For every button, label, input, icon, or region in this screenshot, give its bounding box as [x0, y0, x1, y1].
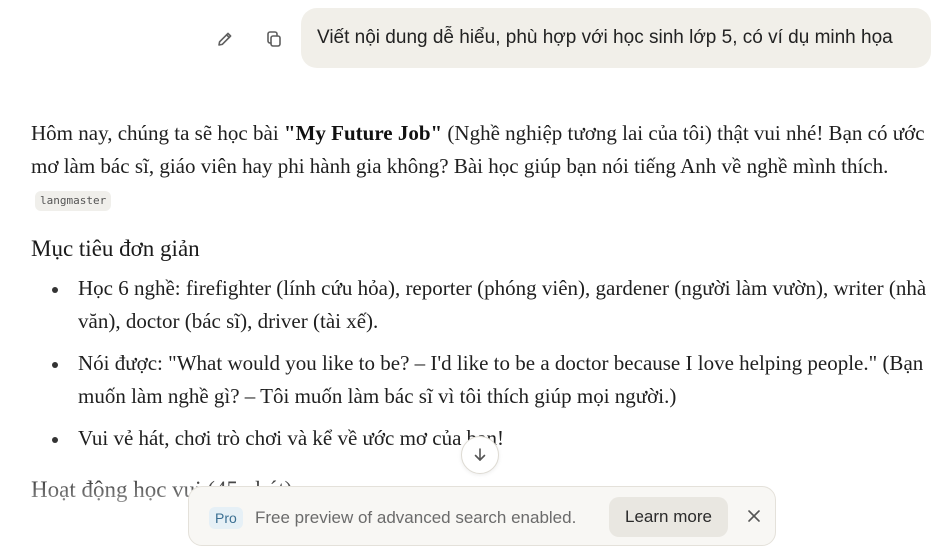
edit-message-button[interactable] — [212, 26, 238, 52]
section-heading-goals: Mục tiêu đơn giản — [31, 236, 200, 261]
scroll-to-bottom-button[interactable] — [461, 436, 499, 474]
goals-list: Học 6 nghề: firefighter (lính cứu hỏa), … — [31, 272, 931, 455]
list-item: Nói được: "What would you like to be? – … — [31, 347, 931, 413]
copy-message-button[interactable] — [261, 26, 287, 52]
citation-chip[interactable]: langmaster — [35, 191, 112, 211]
advanced-search-banner: Pro Free preview of advanced search enab… — [188, 486, 776, 546]
copy-icon — [267, 31, 281, 47]
intro-paragraph: Hôm nay, chúng ta sẽ học bài "My Future … — [31, 117, 931, 216]
arrow-down-icon — [474, 448, 486, 461]
lesson-title: "My Future Job" — [283, 121, 443, 145]
learn-more-button[interactable]: Learn more — [609, 497, 728, 537]
intro-text-start: Hôm nay, chúng ta sẽ học bài — [31, 121, 284, 145]
pro-badge: Pro — [209, 507, 243, 529]
list-item: Học 6 nghề: firefighter (lính cứu hỏa), … — [31, 272, 931, 338]
user-message-bubble: Viết nội dung dễ hiểu, phù hợp với học s… — [301, 8, 931, 68]
banner-text: Free preview of advanced search enabled. — [255, 508, 577, 527]
close-icon — [748, 510, 760, 522]
pencil-icon — [218, 32, 232, 46]
dismiss-banner-button[interactable] — [745, 507, 763, 525]
user-message-text: Viết nội dung dễ hiểu, phù hợp với học s… — [317, 27, 893, 48]
message-actions — [212, 26, 287, 52]
assistant-answer: Hôm nay, chúng ta sẽ học bài "My Future … — [31, 117, 931, 216]
